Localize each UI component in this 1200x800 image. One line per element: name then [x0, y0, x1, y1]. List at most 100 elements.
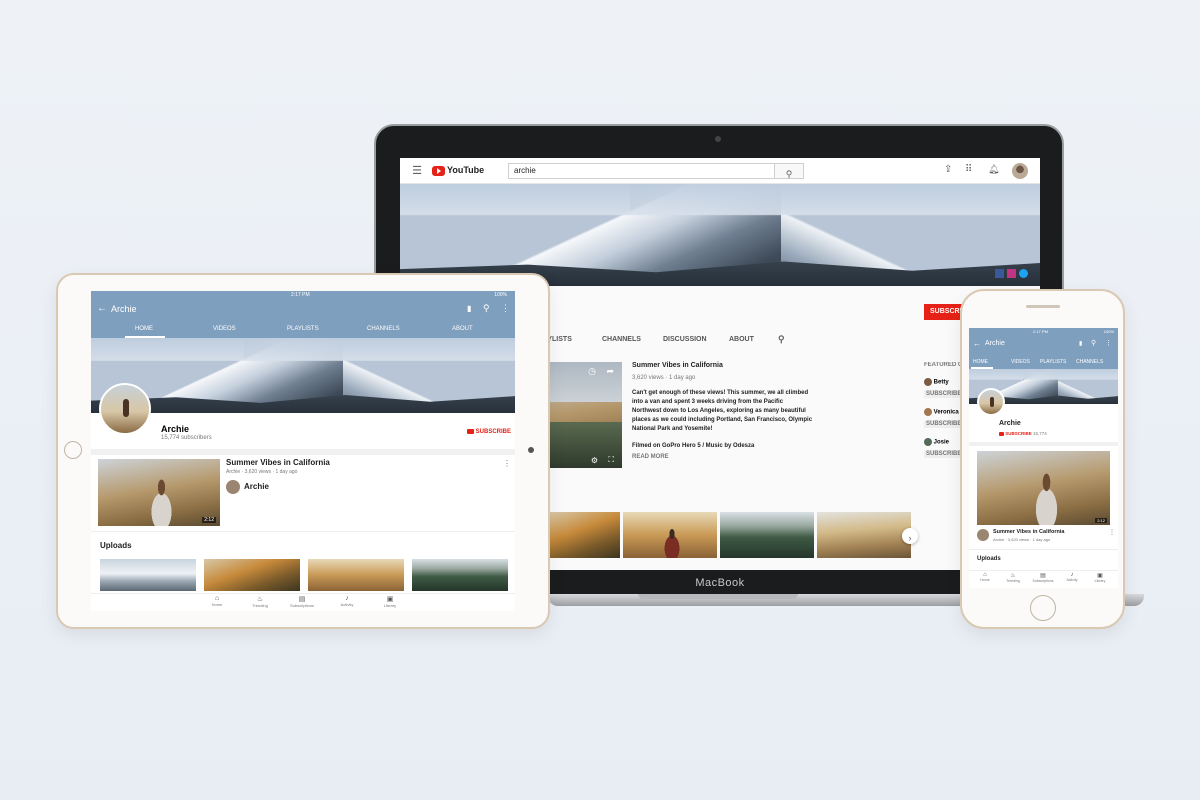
uploads-heading: Uploads — [977, 556, 1001, 562]
upload-thumbnail[interactable] — [100, 559, 196, 591]
featured-channel-name[interactable]: Josie — [934, 440, 949, 446]
uploads-heading: Uploads — [100, 541, 132, 550]
account-avatar[interactable] — [1012, 163, 1028, 179]
subscriptions-icon: ▤ — [298, 596, 306, 603]
nav-subscriptions[interactable]: ▤ Subscriptions — [287, 595, 317, 608]
tab-playlists[interactable]: PLAYLISTS — [287, 326, 319, 332]
subscribe-button[interactable]: SUBSCRIBE — [467, 429, 511, 435]
settings-gear-icon[interactable]: ⚙ — [591, 456, 598, 465]
youtube-logo-icon[interactable] — [432, 166, 445, 176]
tab-videos[interactable]: VIDEOS — [1011, 359, 1030, 365]
nav-activity[interactable]: ♪ Activity — [1061, 572, 1083, 582]
video-title[interactable]: Summer Vibes in California — [632, 362, 814, 369]
subscribe-button[interactable]: SUBSCRIBE 15,774 — [999, 431, 1047, 436]
tab-channels[interactable]: CHANNELS — [1076, 359, 1103, 365]
share-icon[interactable]: ➦ — [606, 366, 614, 377]
featured-subscribe-button[interactable]: SUBSCRIBE — [924, 390, 964, 398]
featured-video-player[interactable]: ◷ ➦ ⚙ ⛶ — [550, 362, 622, 468]
video-title[interactable]: Summer Vibes in California — [993, 529, 1064, 535]
nav-home[interactable]: ⌂ Home — [207, 595, 227, 607]
back-arrow-icon[interactable]: ← — [97, 303, 107, 314]
nav-trending[interactable]: ♨ Trending — [247, 595, 273, 608]
hamburger-menu-icon[interactable]: ☰ — [410, 163, 424, 177]
iphone-home-button[interactable] — [1030, 595, 1056, 621]
nav-trending[interactable]: ♨ Trending — [1001, 572, 1025, 583]
nav-activity[interactable]: ♪ Activity — [335, 595, 359, 607]
search-icon[interactable]: ⚲ — [483, 303, 490, 314]
search-box[interactable]: archie — [508, 163, 776, 179]
shelf-video-thumbnail[interactable] — [550, 512, 620, 558]
featured-channel-item[interactable]: Veronica SUBSCRIBE — [924, 408, 964, 428]
channel-search-icon[interactable]: ⚲ — [778, 334, 785, 345]
nav-home[interactable]: ⌂ Home — [975, 572, 995, 582]
featured-channel-name[interactable]: Betty — [934, 380, 949, 386]
facebook-icon[interactable] — [995, 269, 1004, 278]
instagram-icon[interactable] — [1007, 269, 1016, 278]
channel-avatar[interactable] — [99, 383, 151, 435]
tab-home[interactable]: HOME — [135, 326, 153, 332]
featured-subscribe-button[interactable]: SUBSCRIBE — [924, 450, 964, 458]
featured-subscribe-button[interactable]: SUBSCRIBE — [924, 420, 964, 428]
fullscreen-icon[interactable]: ⛶ — [608, 455, 614, 465]
status-battery: 100% — [494, 292, 507, 298]
upload-thumbnail[interactable] — [204, 559, 300, 591]
apps-grid-icon[interactable]: ⠿ — [965, 164, 972, 175]
watch-later-icon[interactable]: ◷ — [588, 366, 596, 377]
uploader-avatar[interactable] — [226, 480, 240, 494]
twitter-icon[interactable] — [1019, 269, 1028, 278]
video-options-icon[interactable]: ⋮ — [1109, 529, 1115, 536]
read-more-link[interactable]: READ MORE — [632, 454, 814, 460]
featured-channel-item[interactable]: Betty SUBSCRIBE — [924, 378, 964, 398]
iphone-app-header: 2:17 PM 100% ← Archie ▮ ⚲ ⋮ HOME VIDEOS … — [969, 328, 1118, 369]
more-options-icon[interactable]: ⋮ — [501, 303, 510, 314]
bell-icon: ♪ — [345, 595, 349, 602]
home-icon: ⌂ — [214, 595, 220, 602]
search-button[interactable]: ⚲ — [774, 163, 804, 179]
video-options-icon[interactable]: ⋮ — [503, 459, 511, 468]
tab-channels[interactable]: CHANNELS — [367, 326, 400, 332]
video-info: Summer Vibes in California 3,620 views ·… — [632, 362, 814, 460]
tab-about[interactable]: ABOUT — [452, 326, 473, 332]
uploader-avatar[interactable] — [977, 529, 989, 541]
back-arrow-icon[interactable]: ← — [973, 339, 981, 348]
nav-library[interactable]: ▣ Library — [379, 595, 401, 608]
featured-video-thumbnail[interactable]: 2:12 — [98, 459, 220, 526]
trending-icon: ♨ — [1010, 573, 1016, 579]
tab-videos[interactable]: VIDEOS — [213, 326, 236, 332]
status-battery: 100% — [1103, 329, 1114, 334]
featured-channels-heading: FEATURED CHANNELS — [924, 362, 964, 368]
shelf-video-thumbnail[interactable] — [720, 512, 814, 558]
more-options-icon[interactable]: ⋮ — [1105, 339, 1112, 347]
tab-discussion[interactable]: DISCUSSION — [663, 336, 707, 343]
iphone-speaker — [1026, 305, 1060, 308]
shelf-next-button[interactable]: › — [902, 528, 918, 544]
tab-about[interactable]: ABOUT — [729, 336, 754, 343]
notifications-bell-icon[interactable]: 🔔︎ — [988, 164, 999, 175]
featured-channel-item[interactable]: Josie SUBSCRIBE — [924, 438, 964, 458]
upload-thumbnail[interactable] — [308, 559, 404, 591]
featured-channel-name[interactable]: Veronica — [934, 410, 959, 416]
search-icon[interactable]: ⚲ — [1091, 339, 1096, 347]
cast-icon[interactable]: ▮ — [1079, 340, 1082, 347]
video-shelf — [550, 512, 912, 558]
featured-video-thumbnail[interactable]: 2:12 — [977, 451, 1110, 525]
video-duration: 2:12 — [1095, 518, 1107, 523]
channel-banner — [91, 338, 515, 413]
nav-subscriptions[interactable]: ▤ Subscriptions — [1029, 572, 1057, 583]
ipad-home-button[interactable] — [64, 441, 82, 459]
upload-icon[interactable]: ⇪ — [944, 164, 952, 175]
subscribe-label: SUBSCRIBE — [1005, 431, 1032, 436]
shelf-video-thumbnail[interactable] — [623, 512, 717, 558]
status-time: 2:17 PM — [1033, 329, 1048, 334]
video-title[interactable]: Summer Vibes in California — [226, 458, 330, 467]
cast-icon[interactable]: ▮ — [467, 304, 471, 313]
nav-library[interactable]: ▣ Library — [1089, 572, 1111, 583]
search-input[interactable]: archie — [514, 166, 536, 175]
tab-channels[interactable]: CHANNELS — [602, 336, 641, 343]
uploader-name[interactable]: Archie — [244, 482, 269, 491]
shelf-video-thumbnail[interactable] — [817, 512, 911, 558]
channel-avatar[interactable] — [977, 388, 1005, 416]
upload-thumbnail[interactable] — [412, 559, 508, 591]
tab-home[interactable]: HOME — [973, 359, 988, 365]
tab-playlists[interactable]: PLAYLISTS — [1040, 359, 1066, 365]
